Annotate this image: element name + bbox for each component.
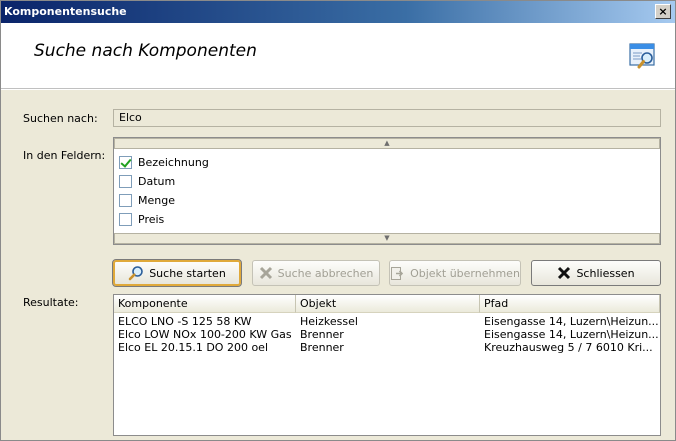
field-item-preis[interactable]: Preis <box>119 210 164 228</box>
search-input[interactable]: Elco <box>113 109 661 127</box>
results-label: Resultate: <box>23 296 79 309</box>
window-title: Komponentensuche <box>4 5 127 18</box>
scroll-up-button[interactable]: ▲ <box>114 138 660 149</box>
field-label: Menge <box>138 193 175 207</box>
field-item-datum[interactable]: Datum <box>119 172 175 190</box>
abort-search-label: Suche abbrechen <box>277 266 374 280</box>
cell-komponente: Elco EL 20.15.1 DO 200 oel <box>118 341 269 354</box>
scroll-down-button[interactable]: ▼ <box>114 233 660 244</box>
search-label: Suchen nach: <box>23 112 98 125</box>
cell-pfad: Eisengasse 14, Luzern\Heizun... <box>484 315 658 328</box>
field-label: Datum <box>138 174 176 188</box>
search-dialog: Komponentensuche × Suche nach Komponente… <box>0 0 676 441</box>
column-header-objekt[interactable]: Objekt <box>296 295 480 313</box>
close-button[interactable]: Schliessen <box>531 260 661 286</box>
field-item-bezeichnung[interactable]: Bezeichnung <box>119 153 209 171</box>
magnifier-icon <box>128 266 143 281</box>
close-label: Schliessen <box>576 266 635 280</box>
cell-pfad: Kreuzhausweg 5 / 7 6010 Kri... <box>484 341 653 354</box>
start-search-button[interactable]: Suche starten <box>112 259 242 287</box>
checkbox-preis[interactable] <box>119 212 132 226</box>
abort-search-button[interactable]: Suche abbrechen <box>252 260 380 286</box>
checkbox-datum[interactable] <box>119 174 132 188</box>
take-object-button[interactable]: Objekt übernehmen <box>389 260 521 286</box>
field-item-menge[interactable]: Menge <box>119 191 175 209</box>
results-table[interactable]: Komponente Objekt Pfad ELCO LNO -S 125 5… <box>113 294 661 436</box>
column-header-komponente[interactable]: Komponente <box>114 295 296 313</box>
cell-pfad: Eisengasse 14, Luzern\Heizun... <box>484 328 658 341</box>
dialog-header: Suche nach Komponenten <box>1 23 675 89</box>
title-bar[interactable]: Komponentensuche × <box>1 1 675 23</box>
cell-objekt: Heizkessel <box>300 315 358 328</box>
field-label: Bezeichnung <box>138 155 209 169</box>
take-over-icon <box>391 266 404 280</box>
cell-objekt: Brenner <box>300 341 344 354</box>
search-window-icon <box>629 43 655 69</box>
close-window-button[interactable]: × <box>655 4 671 19</box>
checkbox-bezeichnung[interactable] <box>119 155 132 169</box>
close-icon <box>558 266 571 280</box>
start-search-label: Suche starten <box>149 266 226 280</box>
column-header-pfad[interactable]: Pfad <box>480 295 660 313</box>
dialog-body: Suchen nach: Elco In den Feldern: ▲ Beze… <box>1 90 675 440</box>
field-label: Preis <box>138 212 165 226</box>
cell-komponente: Elco LOW NOx 100-200 KW Gas <box>118 328 292 341</box>
cell-komponente: ELCO LNO -S 125 58 KW <box>118 315 252 328</box>
take-object-label: Objekt übernehmen <box>410 266 520 280</box>
fields-checklist[interactable]: ▲ Bezeichnung Datum Menge Preis ▼ <box>113 137 661 245</box>
checkbox-menge[interactable] <box>119 193 132 207</box>
cross-icon <box>259 266 272 280</box>
fields-label: In den Feldern: <box>23 149 106 162</box>
cell-objekt: Brenner <box>300 328 344 341</box>
page-title: Suche nach Komponenten <box>34 41 257 61</box>
